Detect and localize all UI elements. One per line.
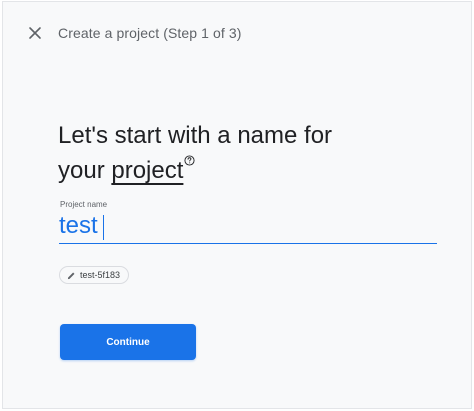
close-icon <box>29 27 41 39</box>
page-heading: Let's start with a name for your project <box>58 118 438 188</box>
project-id-label: test-5f183 <box>80 270 121 280</box>
pencil-icon <box>67 272 75 279</box>
heading-line-1: Let's start with a name for <box>58 122 333 149</box>
project-name-field <box>59 210 437 244</box>
create-project-page: Create a project (Step 1 of 3) Let's sta… <box>2 1 472 409</box>
heading-line-2-prefix: your <box>58 157 112 184</box>
project-name-input[interactable] <box>59 210 437 242</box>
text-caret <box>103 215 104 240</box>
close-button[interactable] <box>26 24 44 42</box>
step-title: Create a project (Step 1 of 3) <box>58 25 242 41</box>
project-name-label: Project name <box>60 200 108 209</box>
help-circle-icon[interactable] <box>184 155 195 166</box>
heading-project-term[interactable]: project <box>111 157 183 184</box>
continue-button[interactable]: Continue <box>60 324 196 360</box>
project-id-chip[interactable]: test-5f183 <box>59 266 130 284</box>
